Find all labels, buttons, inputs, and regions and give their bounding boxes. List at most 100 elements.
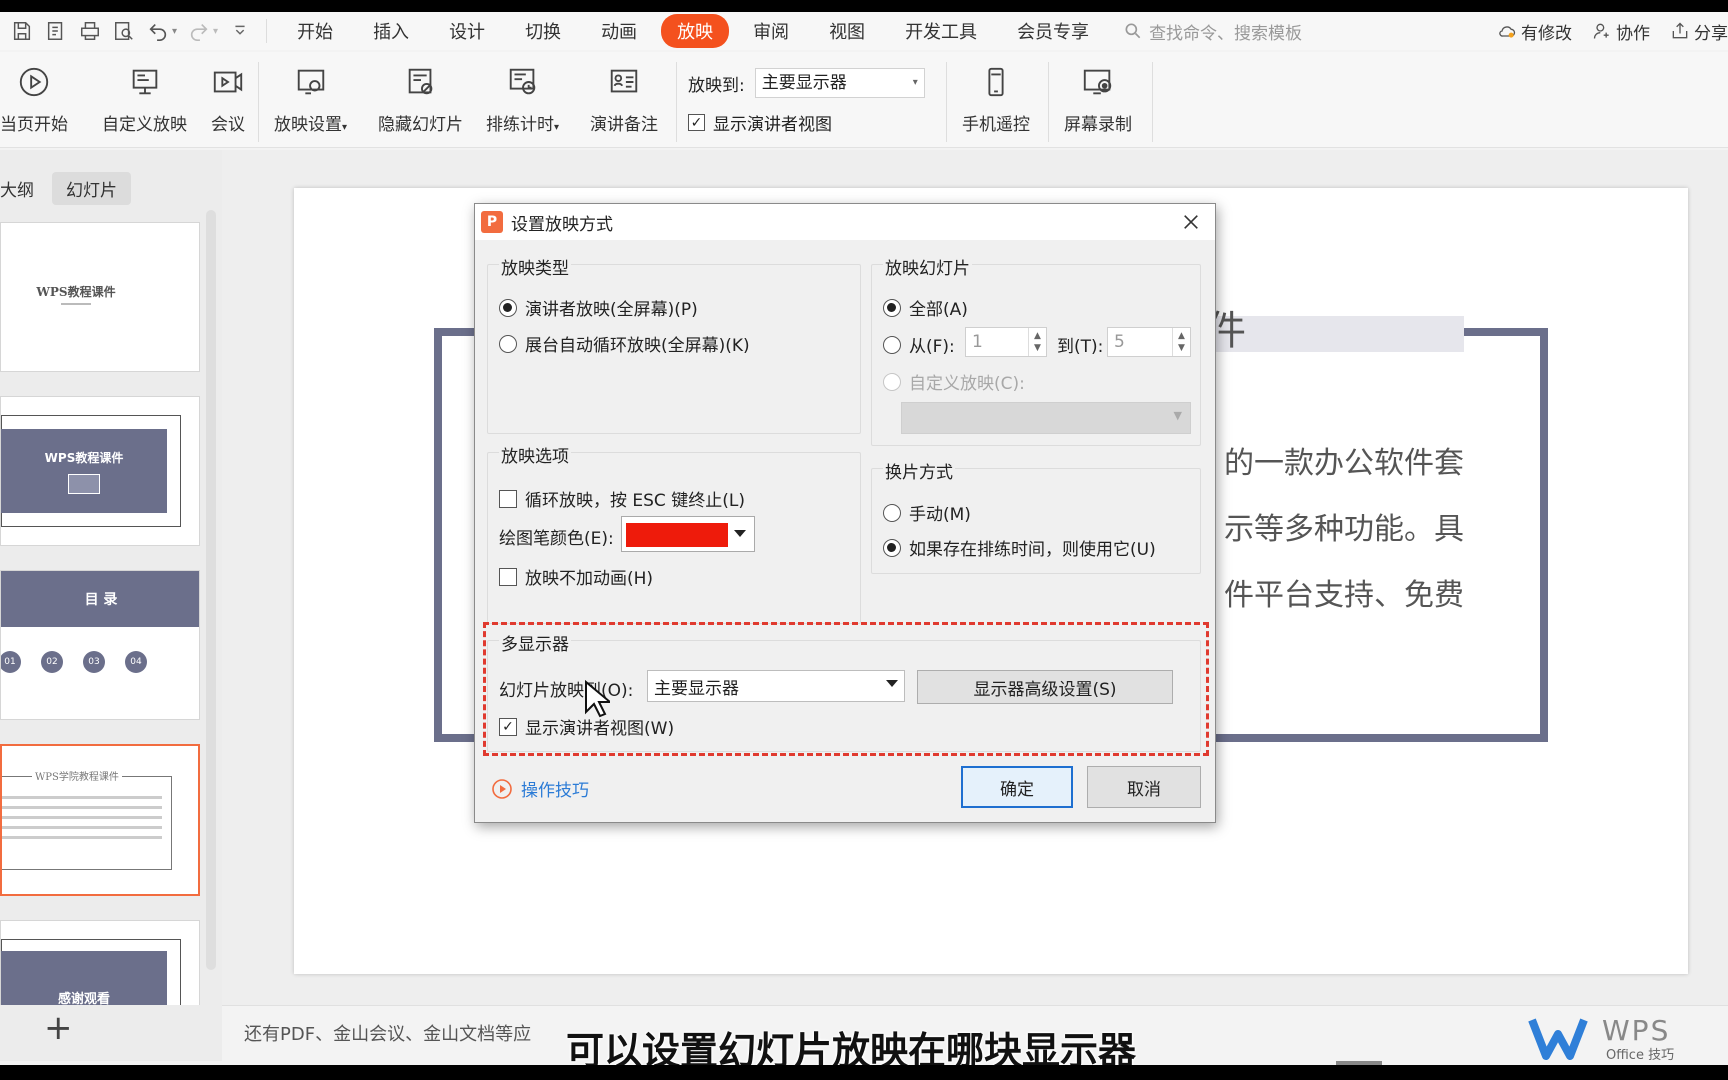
command-search[interactable]: 查找命令、搜索模板 <box>1123 19 1302 44</box>
slideshow-ribbon: 当页开始 自定义放映 会议 放映设置▾ 隐藏幻灯片 排练计时▾ 演讲备注 放映到… <box>0 52 1728 148</box>
dialog-titlebar[interactable]: P 设置放映方式 <box>475 204 1215 240</box>
meeting-label: 会议 <box>211 115 245 135</box>
no-animation-checkbox[interactable]: 放映不加动画(H) <box>499 564 653 589</box>
tab-slideshow[interactable]: 放映 <box>661 14 730 48</box>
from-current-slide-button[interactable]: 当页开始 <box>0 62 68 135</box>
close-icon[interactable] <box>1177 208 1205 236</box>
custom-show-label: 自定义放映 <box>102 115 187 135</box>
meeting-button[interactable]: 会议 <box>208 62 248 135</box>
wps-watermark: WPS Office 技巧 <box>1528 1014 1728 1063</box>
speaker-notes-label: 演讲备注 <box>590 115 658 135</box>
top-black-bar <box>0 0 1728 12</box>
show-settings-button[interactable]: 放映设置▾ <box>274 62 347 135</box>
hide-slide-button[interactable]: 隐藏幻灯片 <box>378 62 463 135</box>
phone-remote-button[interactable]: 手机遥控 <box>962 62 1030 135</box>
slide-thumbnail-2[interactable]: WPS教程课件 <box>0 396 200 546</box>
thumb-3-band: 目 录 <box>1 571 199 627</box>
tab-view[interactable]: 视图 <box>813 14 881 48</box>
custom-show-button[interactable]: 自定义放映 <box>102 62 187 135</box>
tab-home[interactable]: 开始 <box>281 14 349 48</box>
hide-slide-icon <box>401 62 441 102</box>
tab-insert[interactable]: 插入 <box>357 14 425 48</box>
radio-disabled-icon <box>883 372 901 391</box>
slide-title-box <box>1214 316 1464 352</box>
thumb-3-number: 02 <box>41 651 63 673</box>
slide-thumbnail-panel: 大纲 幻灯片 WPS教程课件 WPS教程课件 目 录 01 02 03 04 W… <box>0 150 222 1010</box>
loop-label: 循环放映，按 ESC 键终止(L) <box>525 491 745 511</box>
setup-show-dialog: P 设置放映方式 放映类型 演讲者放映(全屏幕)(P) 展台自动循环放映(全屏幕… <box>474 203 1216 823</box>
loop-checkbox[interactable]: 循环放映，按 ESC 键终止(L) <box>499 486 745 511</box>
pen-color-label: 绘图笔颜色(E): <box>499 529 614 549</box>
thumb-3-number: 04 <box>125 651 147 673</box>
custom-show-radio: 自定义放映(C): <box>883 369 1025 394</box>
spinner-arrows-icon[interactable]: ▲ ▼ <box>1172 328 1190 356</box>
operation-tips-link[interactable]: 操作技巧 <box>491 776 589 801</box>
slide-thumbnail-3[interactable]: 目 录 01 02 03 04 <box>0 570 200 720</box>
ribbon-presenter-view-checkbox[interactable]: ✓ 显示演讲者视图 <box>688 110 832 135</box>
redo-dropdown-icon[interactable]: ▾ <box>213 26 218 37</box>
slide-thumbnail-1[interactable]: WPS教程课件 <box>0 222 200 372</box>
collab-button[interactable]: 协作 <box>1592 19 1650 44</box>
left-panel-footer: + <box>0 1005 222 1061</box>
print-icon[interactable] <box>78 19 102 43</box>
checkbox-unchecked-icon <box>499 567 517 586</box>
from-spinner[interactable]: 1 ▲ ▼ <box>965 327 1047 357</box>
thumb-4-frame <box>2 776 172 870</box>
slide-thumbnail-4-selected[interactable]: WPS学院教程课件 <box>0 744 200 896</box>
slide-thumbnail-5[interactable]: 感谢观看 <box>0 920 200 1010</box>
redo-icon[interactable] <box>187 19 211 43</box>
checkbox-checked-icon: ✓ <box>688 114 705 131</box>
speaker-notes-button[interactable]: 演讲备注 <box>590 62 658 135</box>
tab-design[interactable]: 设计 <box>433 14 501 48</box>
thumb-5-band: 感谢观看 <box>1 951 167 1009</box>
menu-divider <box>266 19 268 43</box>
screen-record-button[interactable]: 屏幕录制 <box>1064 62 1132 135</box>
no-animation-label: 放映不加动画(H) <box>525 569 654 589</box>
thumb-1-subline <box>61 303 91 305</box>
customize-toolbar-icon[interactable] <box>228 19 252 43</box>
spinner-arrows-icon[interactable]: ▲ ▼ <box>1028 328 1046 356</box>
save-icon[interactable] <box>10 19 34 43</box>
slide-frame-right <box>1540 328 1548 742</box>
tab-review[interactable]: 审阅 <box>737 14 805 48</box>
play-circle-icon <box>14 62 54 102</box>
cancel-button[interactable]: 取消 <box>1087 766 1201 808</box>
slide-body-line-3: 件平台支持、免费 <box>1224 578 1464 613</box>
slide-body-line-1: 的一款办公软件套 <box>1224 446 1464 481</box>
notes-text[interactable]: 还有PDF、金山会议、金山文档等应 <box>244 1020 531 1046</box>
undo-dropdown-icon[interactable]: ▾ <box>172 26 177 37</box>
thumb-3-number-row: 01 02 03 04 <box>1 651 147 673</box>
tab-animation[interactable]: 动画 <box>585 14 653 48</box>
tab-developer[interactable]: 开发工具 <box>889 14 993 48</box>
presenter-fullscreen-label: 演讲者放映(全屏幕)(P) <box>525 300 698 320</box>
export-pdf-icon[interactable] <box>44 19 68 43</box>
thumbnail-scrollbar[interactable] <box>206 210 216 970</box>
from-slide-radio[interactable]: 从(F): <box>883 332 955 357</box>
all-slides-radio[interactable]: 全部(A) <box>883 295 968 320</box>
speaker-notes-icon <box>604 62 644 102</box>
to-spinner[interactable]: 5 ▲ ▼ <box>1107 327 1191 357</box>
use-timings-radio[interactable]: 如果存在排练时间，则使用它(U) <box>883 535 1156 560</box>
show-to-select[interactable]: 主要显示器 ▾ <box>754 68 925 98</box>
manual-advance-radio[interactable]: 手动(M) <box>883 500 971 525</box>
ribbon-divider <box>1048 62 1049 142</box>
print-preview-icon[interactable] <box>112 19 136 43</box>
add-slide-icon[interactable]: + <box>44 1011 73 1045</box>
thumb-2-badge <box>68 473 100 494</box>
thumb-4-text-lines <box>2 796 162 799</box>
undo-icon[interactable] <box>146 19 170 43</box>
kiosk-loop-radio[interactable]: 展台自动循环放映(全屏幕)(K) <box>499 331 750 356</box>
thumb-4-title: WPS学院教程课件 <box>32 768 122 783</box>
modified-status[interactable]: 有修改 <box>1497 19 1572 44</box>
pen-color-picker[interactable] <box>621 516 755 552</box>
ok-button[interactable]: 确定 <box>961 766 1073 808</box>
presenter-fullscreen-radio[interactable]: 演讲者放映(全屏幕)(P) <box>499 295 698 320</box>
tab-outline[interactable]: 大纲 <box>0 172 48 205</box>
share-button[interactable]: 分享 <box>1670 19 1728 44</box>
tab-member[interactable]: 会员专享 <box>1001 14 1105 48</box>
rehearse-timing-button[interactable]: 排练计时▾ <box>486 62 559 135</box>
tab-slides[interactable]: 幻灯片 <box>52 172 131 205</box>
chevron-down-icon: ▾ <box>912 77 918 88</box>
use-timings-label: 如果存在排练时间，则使用它(U) <box>909 540 1156 560</box>
tab-transition[interactable]: 切换 <box>509 14 577 48</box>
